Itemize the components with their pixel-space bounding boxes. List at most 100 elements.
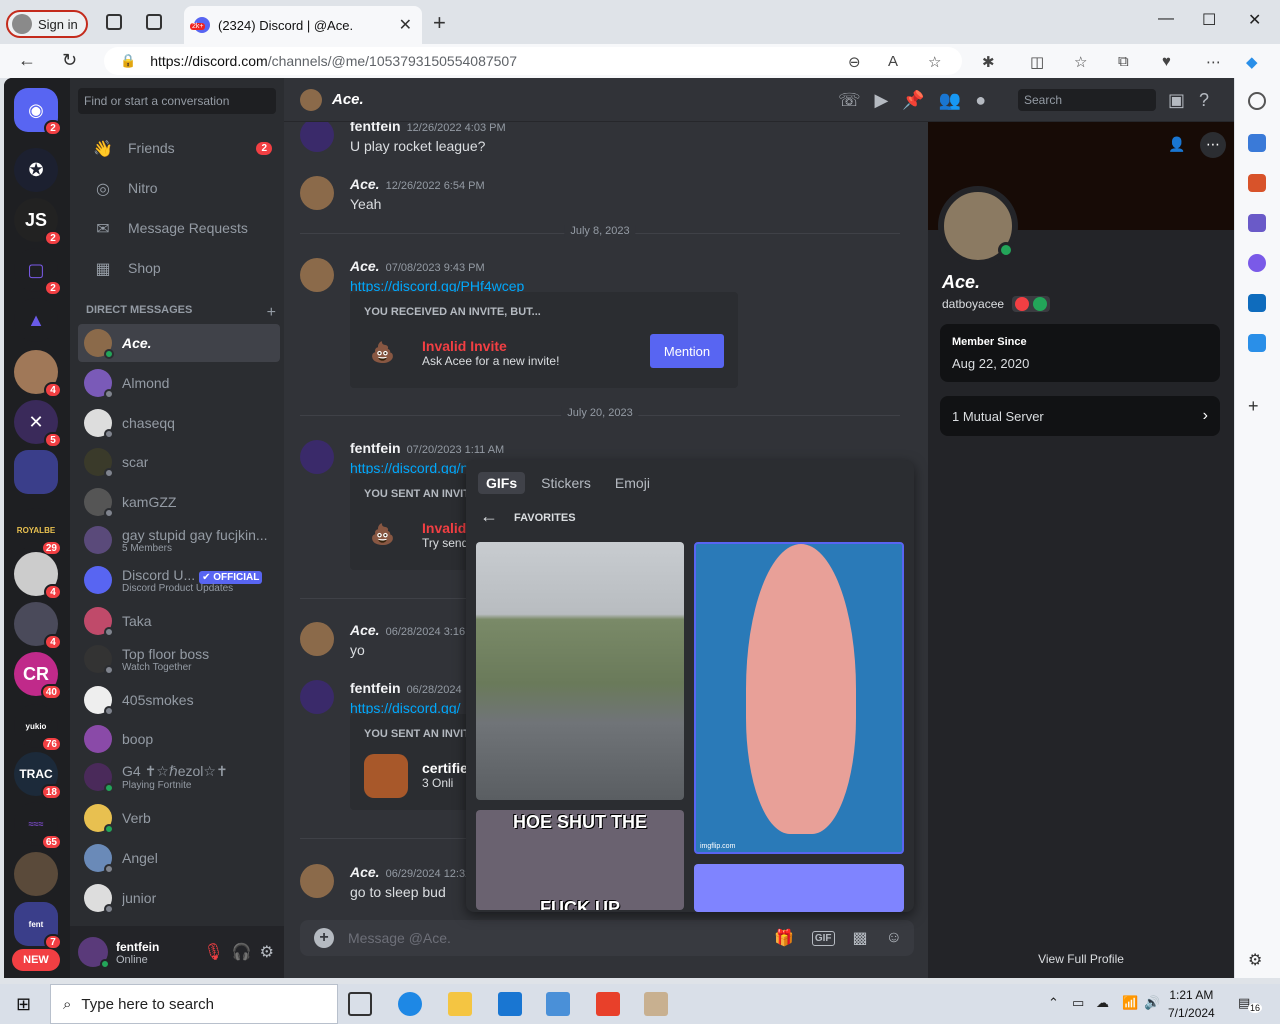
back-icon[interactable]: ← — [18, 50, 36, 71]
view-full-profile-link[interactable]: View Full Profile — [928, 952, 1234, 966]
gif-icon[interactable]: GIF — [811, 930, 835, 946]
edge-icon[interactable] — [398, 992, 422, 1016]
roblox-icon[interactable] — [596, 992, 620, 1016]
voice-call-icon[interactable]: ☏ — [838, 90, 861, 111]
video-call-icon[interactable]: ▶ — [875, 90, 889, 111]
task-view-icon[interactable] — [348, 992, 372, 1016]
tools-icon[interactable] — [1248, 174, 1266, 192]
tab-actions-icon[interactable] — [146, 14, 162, 30]
server-icon[interactable]: TRAC 18 — [14, 752, 62, 800]
help-icon[interactable]: ? — [1199, 90, 1209, 111]
wifi-icon[interactable]: 📶 — [1122, 995, 1138, 1011]
add-sidebar-icon[interactable]: + — [1248, 396, 1266, 416]
server-icon[interactable]: ≈≈≈ 65 — [14, 802, 62, 850]
server-icon[interactable]: JS 2 — [14, 198, 62, 246]
gif-item[interactable]: imgflip.com — [694, 542, 904, 854]
clock[interactable]: 1:21 AM 7/1/2024 — [1168, 986, 1215, 1022]
send-icon[interactable] — [1248, 334, 1266, 352]
server-icon[interactable]: ▢ 2 — [14, 248, 62, 296]
favorites-icon[interactable]: ☆ — [1074, 53, 1087, 71]
collections-icon[interactable]: ⧉ — [1118, 53, 1129, 70]
url-field[interactable]: 🔒 https://discord.com/channels/@me/10537… — [104, 47, 962, 75]
tray-device-icon[interactable]: ▭ — [1072, 995, 1084, 1011]
new-tab-button[interactable]: + — [433, 10, 446, 36]
copilot-icon[interactable]: ◆ — [1246, 53, 1258, 71]
file-explorer-icon[interactable] — [448, 992, 472, 1016]
mention-button[interactable]: Mention — [650, 334, 724, 368]
minimize-icon[interactable]: — — [1158, 10, 1174, 28]
nav-message-requests[interactable]: ✉ Message Requests — [78, 210, 278, 246]
nav-shop[interactable]: ▦ Shop — [78, 250, 278, 286]
dm-item[interactable]: scar — [78, 443, 280, 481]
dm-item[interactable]: G4 ✝☆ℏezol☆✝ Playing Fortnite — [78, 758, 280, 796]
dm-item[interactable]: Ace. — [78, 324, 280, 362]
avatar[interactable] — [300, 864, 334, 898]
avatar[interactable] — [300, 622, 334, 656]
dm-item[interactable]: kamGZZ — [78, 483, 280, 521]
sticker-icon[interactable]: ▩ — [853, 928, 868, 948]
dm-item[interactable]: 405smokes — [78, 681, 280, 719]
avatar[interactable] — [300, 122, 334, 152]
message-author[interactable]: Ace. — [350, 258, 380, 274]
mutual-servers-card[interactable]: 1 Mutual Server › — [940, 396, 1220, 436]
windows-start-icon[interactable]: ⊞ — [16, 994, 31, 1015]
server-icon[interactable] — [14, 852, 58, 896]
server-icon[interactable]: ROYALBE 29 — [14, 508, 62, 556]
avatar[interactable] — [78, 937, 110, 969]
split-screen-icon[interactable]: ◫ — [1030, 53, 1044, 71]
outlook-icon[interactable] — [1248, 294, 1266, 312]
back-arrow-icon[interactable]: ← — [480, 506, 498, 527]
read-aloud-icon[interactable]: A — [888, 53, 898, 70]
gif-item[interactable]: HOE SHUT THE FUCK UP — [476, 810, 684, 910]
gift-icon[interactable]: 🎁 — [774, 928, 794, 948]
add-friend-icon[interactable]: 👤 — [1168, 136, 1185, 153]
dm-item[interactable]: Angel — [78, 839, 280, 877]
server-icon[interactable]: yukio 76 — [14, 704, 62, 752]
tab-discord[interactable]: 2k+ (2324) Discord | @Ace. ✕ — [184, 6, 422, 44]
server-icon[interactable]: fent 7 — [14, 902, 62, 950]
avatar[interactable] — [300, 176, 334, 210]
zoom-icon[interactable]: ⊖ — [848, 53, 861, 71]
message-composer[interactable]: + Message @Ace. 🎁 GIF ▩ ☺ — [300, 920, 914, 956]
create-dm-button[interactable]: + — [267, 304, 276, 322]
mic-muted-icon[interactable]: 🎙 — [203, 942, 223, 962]
gif-item[interactable] — [694, 864, 904, 912]
tab-stickers[interactable]: Stickers — [533, 472, 599, 494]
maximize-icon[interactable]: ☐ — [1202, 10, 1216, 30]
channel-badge-icon[interactable] — [1033, 297, 1048, 311]
attach-plus-icon[interactable]: + — [314, 928, 334, 948]
more-icon[interactable]: ⋯ — [1206, 53, 1221, 71]
search-input[interactable]: Search — [1018, 89, 1156, 111]
message-author[interactable]: fentfein — [350, 680, 401, 696]
store-icon[interactable] — [498, 992, 522, 1016]
favorite-star-icon[interactable]: ☆ — [928, 53, 941, 71]
app-icon[interactable] — [644, 992, 668, 1016]
tray-chevron-icon[interactable]: ⌃ — [1048, 995, 1059, 1011]
refresh-icon[interactable]: ↻ — [62, 50, 77, 71]
copilot-apps-icon[interactable] — [1248, 254, 1266, 272]
message-author[interactable]: fentfein — [350, 440, 401, 456]
server-icon[interactable]: 4 — [14, 602, 62, 650]
server-icon[interactable]: ✕ 5 — [14, 400, 62, 448]
notifications-icon[interactable]: ▤ 16 — [1238, 995, 1263, 1013]
avatar[interactable] — [300, 440, 334, 474]
nav-nitro[interactable]: ◎ Nitro — [78, 170, 278, 206]
server-icon[interactable]: ▲ — [14, 298, 58, 342]
pin-icon[interactable]: 📌 — [902, 90, 924, 111]
server-icon[interactable]: 4 — [14, 350, 62, 398]
dm-item[interactable]: boop — [78, 720, 280, 758]
message-input[interactable]: Message @Ace. — [348, 930, 760, 946]
message-author[interactable]: Ace. — [350, 864, 380, 880]
settings-gear-icon[interactable]: ⚙ — [1248, 950, 1266, 969]
browser-essentials-icon[interactable]: ♥ — [1162, 53, 1171, 70]
find-conversation-input[interactable]: Find or start a conversation — [78, 88, 276, 114]
close-window-icon[interactable]: ✕ — [1248, 10, 1261, 30]
message-author[interactable]: fentfein — [350, 122, 401, 134]
user-profile-icon[interactable]: ● — [975, 90, 986, 111]
games-icon[interactable] — [1248, 214, 1266, 232]
dm-item[interactable]: Taka — [78, 602, 280, 640]
dm-item[interactable]: Almond — [78, 364, 280, 402]
home-discord-icon[interactable]: ◉ 2 — [14, 88, 62, 136]
tab-emoji[interactable]: Emoji — [607, 472, 658, 494]
hypesquad-badge-icon[interactable] — [1015, 297, 1030, 311]
